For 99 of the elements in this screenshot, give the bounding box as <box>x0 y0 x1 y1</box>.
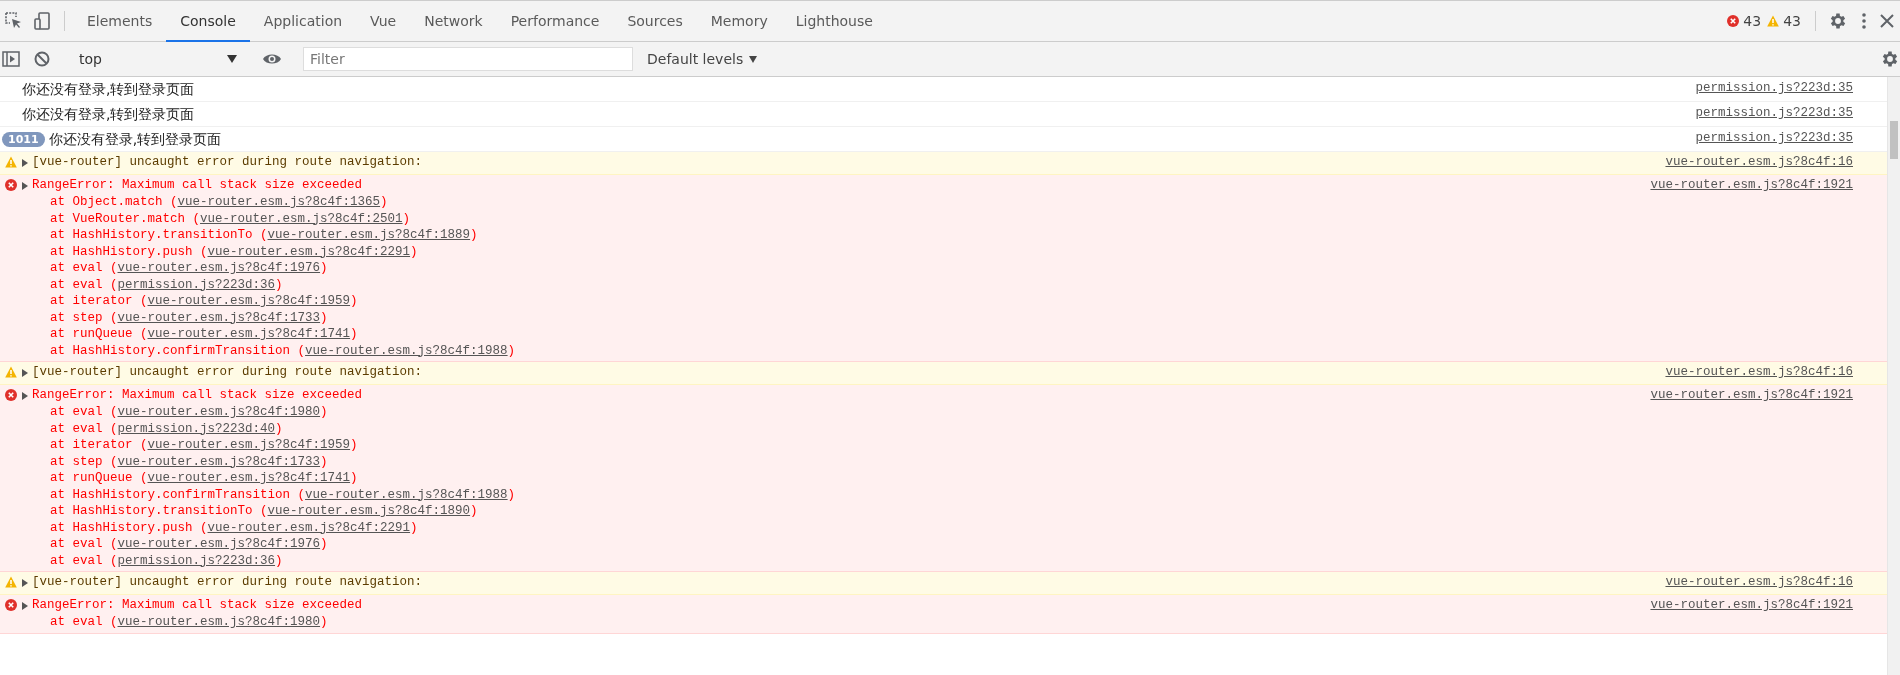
expand-arrow-icon[interactable] <box>22 181 28 190</box>
source-link[interactable]: permission.js?223d:36 <box>117 277 276 292</box>
source-link[interactable]: vue-router.esm.js?8c4f:1733 <box>117 454 321 469</box>
stack-frame: at eval (permission.js?223d:40) <box>22 420 1651 437</box>
panel-tab[interactable]: Memory <box>696 1 782 42</box>
filter-field[interactable]: Filter <box>303 47 633 71</box>
stack-frame: at HashHistory.push (vue-router.esm.js?8c4f:2291) <box>22 243 1651 260</box>
source-link[interactable]: vue-router.esm.js?8c4f:1959 <box>147 294 351 308</box>
expand-arrow-icon[interactable] <box>22 601 28 610</box>
more-options-icon[interactable] <box>1862 13 1866 29</box>
stack-frame: at step (vue-router.esm.js?8c4f:1733) <box>22 309 1651 326</box>
source-link[interactable]: vue-router.esm.js?8c4f:2291 <box>207 244 411 259</box>
source-link[interactable]: vue-router.esm.js?8c4f:1921 <box>1650 597 1853 614</box>
stack-frame: at runQueue (vue-router.esm.js?8c4f:1741) <box>22 326 1651 343</box>
panel-tab[interactable]: Application <box>249 1 357 42</box>
panel-tab[interactable]: Lighthouse <box>781 1 887 42</box>
log-levels-dropdown[interactable]: Default levels <box>641 50 764 68</box>
panel-tab[interactable]: Performance <box>496 1 614 42</box>
repeat-count-badge: 1011 <box>2 131 45 147</box>
error-icon <box>5 599 17 611</box>
stack-frame: at HashHistory.transitionTo (vue-router.esm.js?8c4f:1890) <box>22 503 1651 520</box>
warning-count[interactable]: 43 <box>1767 1 1801 41</box>
stack-frame: at HashHistory.transitionTo (vue-router.esm.js?8c4f:1889) <box>22 227 1651 244</box>
stack-frame: at iterator (vue-router.esm.js?8c4f:1959) <box>22 437 1651 454</box>
source-link[interactable]: vue-router.esm.js?8c4f:16 <box>1665 364 1853 381</box>
source-link[interactable]: vue-router.esm.js?8c4f:1921 <box>1650 177 1853 194</box>
warning-icon <box>1767 15 1780 27</box>
message-text: [vue-router] uncaught error during route navigation: <box>32 574 423 591</box>
warning-icon <box>5 576 17 588</box>
message-text: 你还没有登录,转到登录页面 <box>22 80 195 98</box>
expand-arrow-icon[interactable] <box>22 158 28 167</box>
source-link[interactable]: permission.js?223d:35 <box>1695 80 1853 97</box>
source-link[interactable]: vue-router.esm.js?8c4f:1741 <box>147 471 351 485</box>
warning-icon <box>5 156 17 168</box>
sidebar-toggle-icon[interactable] <box>2 51 20 67</box>
clear-console-icon[interactable] <box>34 51 50 67</box>
stack-frame: at iterator (vue-router.esm.js?8c4f:1959) <box>22 293 1651 310</box>
stack-frame: at eval (vue-router.esm.js?8c4f:1976) <box>22 536 1651 553</box>
message-text: 你还没有登录,转到登录页面 <box>48 130 222 148</box>
eye-icon[interactable] <box>262 52 282 66</box>
source-link[interactable]: vue-router.esm.js?8c4f:1976 <box>117 537 321 551</box>
source-link[interactable]: permission.js?223d:35 <box>1695 130 1853 147</box>
source-link[interactable]: permission.js?223d:40 <box>117 421 276 436</box>
stack-frame: at HashHistory.confirmTransition (vue-router.esm.js?8c4f:1988) <box>22 486 1651 503</box>
warning-icon <box>5 366 17 378</box>
source-link[interactable]: vue-router.esm.js?8c4f:1980 <box>117 615 321 629</box>
settings-icon[interactable] <box>1828 11 1848 31</box>
error-count[interactable]: 43 <box>1727 1 1762 41</box>
message-text: RangeError: Maximum call stack size exceeded <box>32 387 363 404</box>
source-link[interactable]: vue-router.esm.js?8c4f:2291 <box>207 520 411 535</box>
source-link[interactable]: vue-router.esm.js?8c4f:1741 <box>147 327 351 341</box>
source-link[interactable]: permission.js?223d:36 <box>117 553 276 568</box>
source-link[interactable]: permission.js?223d:35 <box>1695 105 1853 122</box>
source-link[interactable]: vue-router.esm.js?8c4f:1959 <box>147 438 351 452</box>
message-text: [vue-router] uncaught error during route navigation: <box>32 364 423 381</box>
expand-arrow-icon[interactable] <box>22 578 28 587</box>
source-link[interactable]: vue-router.esm.js?8c4f:2501 <box>200 211 403 226</box>
source-link[interactable]: vue-router.esm.js?8c4f:1921 <box>1650 387 1853 404</box>
source-link[interactable]: vue-router.esm.js?8c4f:1733 <box>117 310 321 325</box>
source-link[interactable]: vue-router.esm.js?8c4f:1365 <box>177 195 381 209</box>
source-link[interactable]: vue-router.esm.js?8c4f:16 <box>1665 154 1853 171</box>
stack-frame: at eval (vue-router.esm.js?8c4f:1980) <box>22 614 1651 631</box>
source-link[interactable]: vue-router.esm.js?8c4f:1988 <box>305 343 508 358</box>
source-link[interactable]: vue-router.esm.js?8c4f:16 <box>1665 574 1853 591</box>
stack-frame: at step (vue-router.esm.js?8c4f:1733) <box>22 453 1651 470</box>
settings-icon[interactable] <box>1880 49 1900 69</box>
caret-icon <box>227 55 237 63</box>
source-link[interactable]: vue-router.esm.js?8c4f:1890 <box>267 504 471 518</box>
message-text: RangeError: Maximum call stack size exceeded <box>32 177 363 194</box>
error-icon <box>5 179 17 191</box>
device-toolbar-icon[interactable] <box>32 11 52 31</box>
stack-frame: at HashHistory.push (vue-router.esm.js?8c4f:2291) <box>22 519 1651 536</box>
error-icon <box>5 389 17 401</box>
source-link[interactable]: vue-router.esm.js?8c4f:1889 <box>267 228 471 242</box>
panel-tab[interactable]: Vue <box>356 1 411 42</box>
message-text: RangeError: Maximum call stack size exceeded <box>32 597 363 614</box>
expand-arrow-icon[interactable] <box>22 368 28 377</box>
source-link[interactable]: vue-router.esm.js?8c4f:1988 <box>305 487 508 502</box>
stack-frame: at eval (vue-router.esm.js?8c4f:1976) <box>22 260 1651 277</box>
stack-frame: at VueRouter.match (vue-router.esm.js?8c4f:2501) <box>22 210 1651 227</box>
error-icon <box>1727 15 1740 27</box>
scrollbar[interactable] <box>1887 77 1900 675</box>
close-icon[interactable] <box>1880 14 1894 28</box>
source-link[interactable]: vue-router.esm.js?8c4f:1976 <box>117 261 321 275</box>
caret-icon <box>749 55 758 63</box>
panel-tab[interactable]: Network <box>410 1 497 42</box>
context-select[interactable]: top <box>71 51 241 67</box>
panel-tab[interactable]: Sources <box>613 1 697 42</box>
message-text: [vue-router] uncaught error during route navigation: <box>32 154 423 171</box>
message-text: 你还没有登录,转到登录页面 <box>22 105 195 123</box>
stack-frame: at HashHistory.confirmTransition (vue-router.esm.js?8c4f:1988) <box>22 342 1651 359</box>
expand-arrow-icon[interactable] <box>22 391 28 400</box>
stack-frame: at eval (vue-router.esm.js?8c4f:1980) <box>22 404 1651 421</box>
panel-tab[interactable]: Elements <box>73 1 167 42</box>
stack-frame: at runQueue (vue-router.esm.js?8c4f:1741) <box>22 470 1651 487</box>
stack-frame: at eval (permission.js?223d:36) <box>22 552 1651 569</box>
stack-frame: at eval (permission.js?223d:36) <box>22 276 1651 293</box>
source-link[interactable]: vue-router.esm.js?8c4f:1980 <box>117 405 321 419</box>
stack-frame: at Object.match (vue-router.esm.js?8c4f:1365) <box>22 194 1651 211</box>
